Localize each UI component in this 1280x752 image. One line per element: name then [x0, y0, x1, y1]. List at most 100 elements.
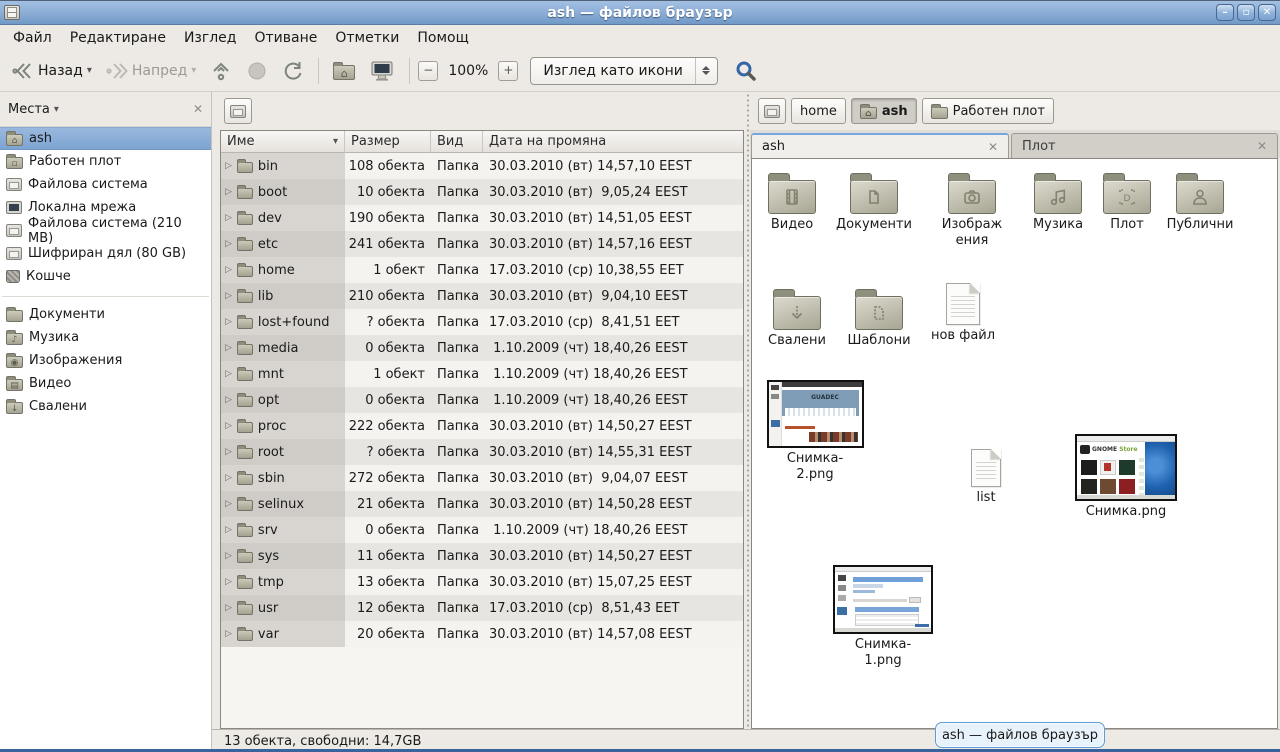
expander-icon[interactable]: ▷	[225, 603, 232, 613]
menu-view[interactable]: Изглед	[175, 27, 246, 49]
table-row-opt[interactable]: ▷opt0 обектаПапка 1.10.2009 (чт) 18,40,2…	[221, 387, 743, 413]
titlebar[interactable]: ash — файлов браузър – ▫ ✕	[0, 0, 1280, 25]
table-row-bin[interactable]: ▷bin108 обектаПапка30.03.2010 (вт) 14,57…	[221, 153, 743, 179]
icon-item-public[interactable]: Публични	[1160, 171, 1240, 233]
tab-close-icon[interactable]: ✕	[1257, 139, 1267, 153]
table-row-dev[interactable]: ▷dev190 обектаПапка30.03.2010 (вт) 14,51…	[221, 205, 743, 231]
column-header-size[interactable]: Размер	[345, 131, 431, 153]
table-row-selinux[interactable]: ▷selinux21 обектаПапка30.03.2010 (вт) 14…	[221, 491, 743, 517]
expander-icon[interactable]: ▷	[225, 629, 232, 639]
expander-icon[interactable]: ▷	[225, 525, 232, 535]
expander-icon[interactable]: ▷	[225, 343, 232, 353]
back-button[interactable]: Назад ▾	[6, 57, 98, 85]
expander-icon[interactable]: ▷	[225, 291, 232, 301]
menu-edit[interactable]: Редактиране	[61, 27, 175, 49]
expander-icon[interactable]: ▷	[225, 395, 232, 405]
minimize-button[interactable]: –	[1216, 4, 1234, 21]
tab-plot[interactable]: Плот✕	[1011, 133, 1278, 158]
sidebar-item-encrypted-80gb[interactable]: Шифриран дял (80 GB)	[0, 242, 211, 265]
sidebar-item-filesystem-210mb[interactable]: Файлова система (210 MB)	[0, 219, 211, 242]
sidebar-item-videos[interactable]: ▤Видео	[0, 372, 211, 395]
table-row-home[interactable]: ▷home1 обектПапка17.03.2010 (ср) 10,38,5…	[221, 257, 743, 283]
sidebar-item-filesystem[interactable]: Файлова система	[0, 173, 211, 196]
expander-icon[interactable]: ▷	[225, 213, 232, 223]
menu-go[interactable]: Отиване	[245, 27, 326, 49]
view-mode-select[interactable]: Изглед като икони	[530, 57, 718, 85]
sidebar-close-icon[interactable]: ✕	[193, 102, 203, 116]
breadcrumb-ash-button[interactable]: ⌂ash	[851, 98, 917, 124]
breadcrumb-desktop-button[interactable]: Работен плот	[922, 98, 1054, 124]
icon-item-snimka[interactable]: GNOME Store	[1074, 434, 1178, 520]
forward-dropdown-icon[interactable]: ▾	[191, 65, 196, 76]
column-header-name[interactable]: Име▾	[221, 131, 345, 153]
sidebar-item-documents[interactable]: Документи	[0, 303, 211, 326]
table-row-var[interactable]: ▷var20 обектаПапка30.03.2010 (вт) 14,57,…	[221, 621, 743, 647]
icon-item-new-file[interactable]: нов файл	[923, 283, 1003, 344]
up-button[interactable]	[204, 56, 238, 86]
reload-button[interactable]	[276, 56, 310, 86]
sidebar-pane-selector[interactable]: Места▾	[8, 102, 59, 117]
expander-icon[interactable]: ▷	[225, 239, 232, 249]
icon-item-snimka-1[interactable]: Снимка-1.png	[831, 565, 935, 669]
menu-bookmarks[interactable]: Отметки	[326, 27, 408, 49]
expander-icon[interactable]: ▷	[225, 161, 232, 171]
table-row-sbin[interactable]: ▷sbin272 обектаПапка30.03.2010 (вт) 9,04…	[221, 465, 743, 491]
zoom-in-icon[interactable]: +	[498, 61, 518, 81]
zoom-out-icon[interactable]: −	[418, 61, 438, 81]
sidebar-item-trash[interactable]: Кошче	[0, 265, 211, 288]
expander-icon[interactable]: ▷	[225, 317, 232, 327]
tab-ash[interactable]: ash✕	[751, 133, 1009, 158]
maximize-button[interactable]: ▫	[1237, 4, 1255, 21]
menu-file[interactable]: Файл	[4, 27, 61, 49]
icon-item-snimka-2[interactable]: GUADEC Снимка-2.png	[765, 380, 865, 483]
table-row-mnt[interactable]: ▷mnt1 обектПапка 1.10.2009 (чт) 18,40,26…	[221, 361, 743, 387]
icon-item-desktop[interactable]: D Плот	[1100, 171, 1154, 233]
icon-item-templates[interactable]: Шаблони	[839, 287, 919, 349]
stop-button[interactable]	[240, 56, 274, 86]
expander-icon[interactable]: ▷	[225, 447, 232, 457]
search-button[interactable]	[732, 57, 760, 85]
table-row-root[interactable]: ▷root? обектаПапка30.03.2010 (вт) 14,55,…	[221, 439, 743, 465]
expander-icon[interactable]: ▷	[225, 187, 232, 197]
table-row-media[interactable]: ▷media0 обектаПапка 1.10.2009 (чт) 18,40…	[221, 335, 743, 361]
breadcrumb-root-button[interactable]	[758, 98, 786, 124]
expander-icon[interactable]: ▷	[225, 551, 232, 561]
breadcrumb-home-button[interactable]: home	[791, 98, 846, 124]
home-button[interactable]: ⌂	[327, 58, 361, 84]
icon-item-pictures[interactable]: Изображения	[928, 171, 1016, 249]
expander-icon[interactable]: ▷	[225, 421, 232, 431]
icon-item-list[interactable]: list	[946, 449, 1026, 506]
sidebar-item-ash[interactable]: ⌂ash	[0, 127, 211, 150]
table-row-lib[interactable]: ▷lib210 обектаПапка30.03.2010 (вт) 9,04,…	[221, 283, 743, 309]
tab-close-icon[interactable]: ✕	[988, 140, 998, 154]
table-row-proc[interactable]: ▷proc222 обектаПапка30.03.2010 (вт) 14,5…	[221, 413, 743, 439]
icon-item-music[interactable]: Музика	[1022, 171, 1094, 233]
table-row-tmp[interactable]: ▷tmp13 обектаПапка30.03.2010 (вт) 15,07,…	[221, 569, 743, 595]
computer-button[interactable]	[363, 56, 401, 86]
table-row-boot[interactable]: ▷boot10 обектаПапка30.03.2010 (вт) 9,05,…	[221, 179, 743, 205]
icon-item-documents[interactable]: Документи	[832, 171, 916, 233]
icon-item-downloads[interactable]: Свалени	[757, 287, 837, 349]
icon-item-videos[interactable]: Видео	[756, 171, 828, 233]
back-dropdown-icon[interactable]: ▾	[87, 65, 92, 76]
sidebar-item-pictures[interactable]: ◉Изображения	[0, 349, 211, 372]
column-header-type[interactable]: Вид	[431, 131, 483, 153]
expander-icon[interactable]: ▷	[225, 577, 232, 587]
expander-icon[interactable]: ▷	[225, 265, 232, 275]
table-row-lost-found[interactable]: ▷lost+found? обектаПапка17.03.2010 (ср) …	[221, 309, 743, 335]
table-row-sys[interactable]: ▷sys11 обектаПапка30.03.2010 (вт) 14,50,…	[221, 543, 743, 569]
column-header-date[interactable]: Дата на промяна	[483, 131, 743, 153]
sidebar-item-downloads[interactable]: ↓Свалени	[0, 395, 211, 418]
expander-icon[interactable]: ▷	[225, 473, 232, 483]
table-row-etc[interactable]: ▷etc241 обектаПапка30.03.2010 (вт) 14,57…	[221, 231, 743, 257]
sidebar-item-music[interactable]: ♪Музика	[0, 326, 211, 349]
sidebar-item-desktop[interactable]: ▫Работен плот	[0, 150, 211, 173]
table-row-srv[interactable]: ▷srv0 обектаПапка 1.10.2009 (чт) 18,40,2…	[221, 517, 743, 543]
filesystem-root-button[interactable]	[224, 98, 252, 124]
expander-icon[interactable]: ▷	[225, 499, 232, 509]
close-button[interactable]: ✕	[1258, 4, 1276, 21]
forward-button[interactable]: Напред ▾	[100, 57, 202, 85]
expander-icon[interactable]: ▷	[225, 369, 232, 379]
table-row-usr[interactable]: ▷usr12 обектаПапка17.03.2010 (ср) 8,51,4…	[221, 595, 743, 621]
menu-help[interactable]: Помощ	[408, 27, 477, 49]
